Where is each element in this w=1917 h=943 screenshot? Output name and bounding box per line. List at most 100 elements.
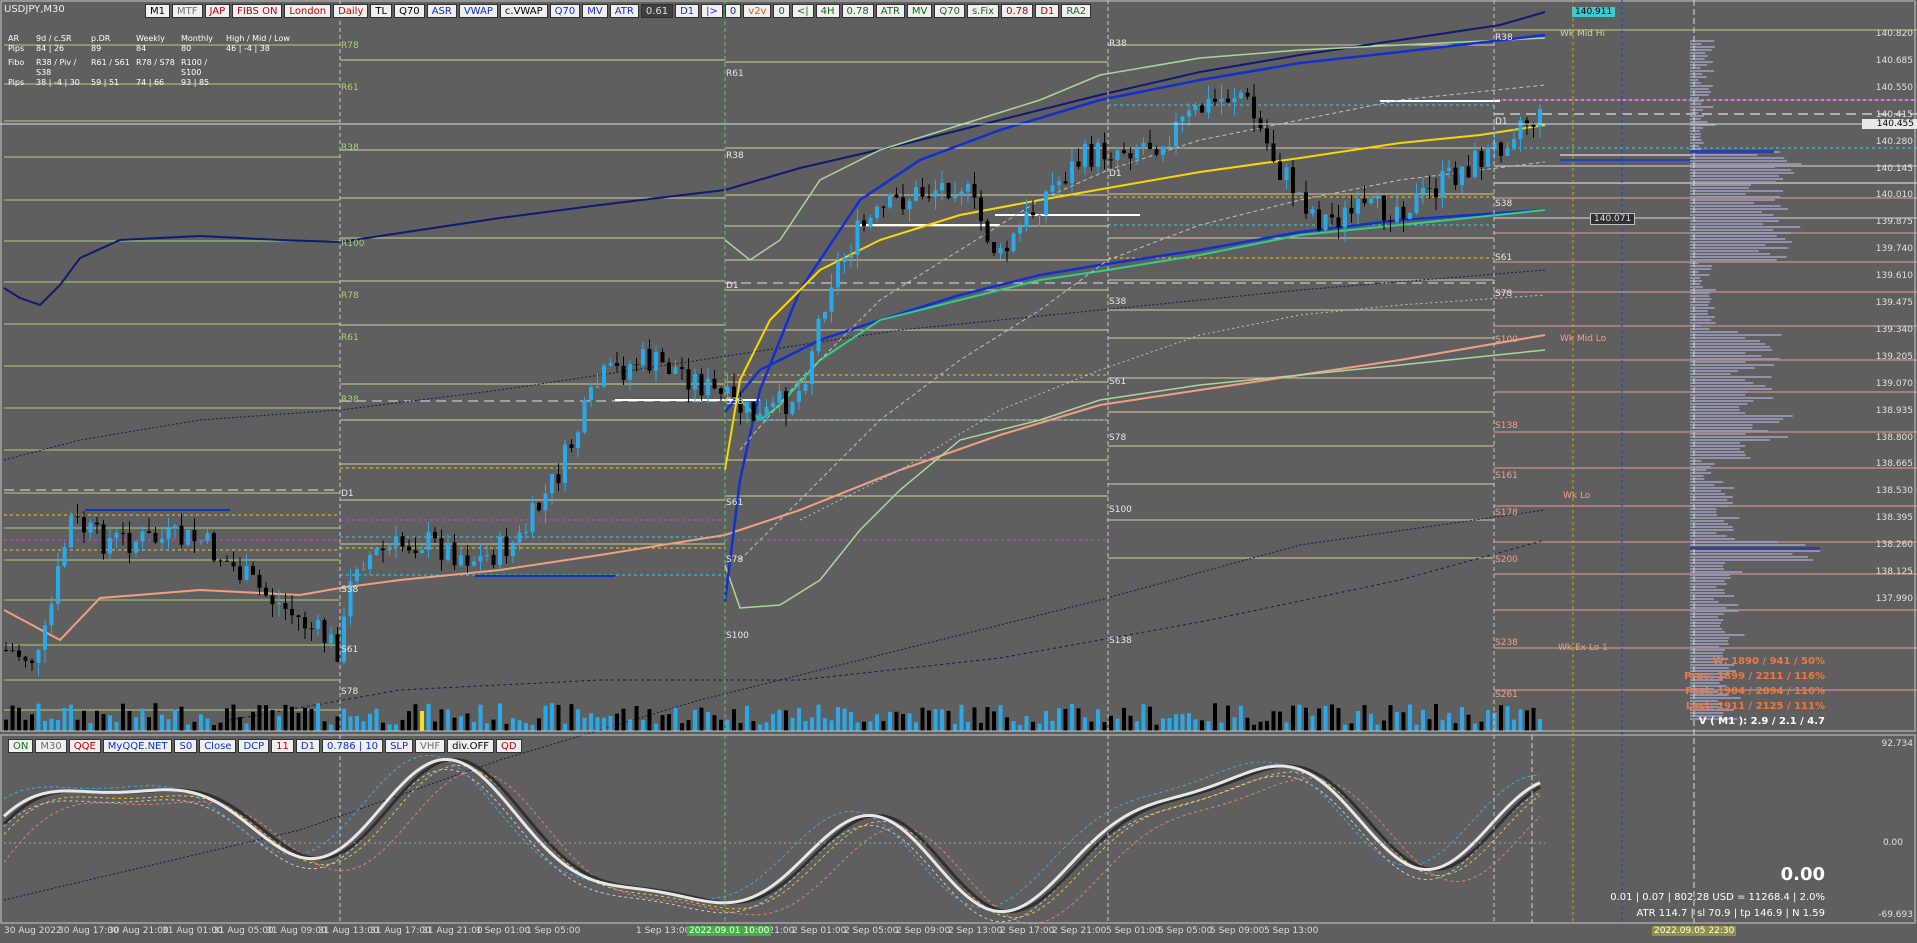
toolbar-button-asr[interactable]: ASR bbox=[426, 4, 457, 18]
toolbar-button-myqqe-net[interactable]: MyQQE.NET bbox=[102, 739, 173, 753]
profile-bar bbox=[1690, 406, 1740, 408]
candle-body bbox=[387, 546, 392, 551]
volume-bar bbox=[1421, 709, 1425, 731]
profile-bar bbox=[1690, 64, 1708, 66]
toolbar-button-daily[interactable]: Daily bbox=[333, 4, 369, 18]
toolbar-button-d1[interactable]: D1 bbox=[1035, 4, 1060, 18]
profile-bar bbox=[1690, 448, 1740, 450]
info-cell: Monthly bbox=[181, 34, 214, 43]
candle-body bbox=[101, 524, 106, 554]
level-label: S78 bbox=[1495, 289, 1512, 299]
level-label: S78 bbox=[1109, 433, 1126, 443]
toolbar-button-fibs-on[interactable]: FIBS ON bbox=[232, 4, 283, 18]
candle-body bbox=[290, 609, 294, 616]
toolbar-button-v2v[interactable]: v2v bbox=[743, 4, 772, 18]
toolbar-button-tl[interactable]: TL bbox=[370, 4, 393, 18]
candle-body bbox=[1440, 170, 1445, 198]
candle-body bbox=[374, 548, 379, 555]
toolbar-button--[interactable]: |> bbox=[701, 4, 723, 18]
profile-bar bbox=[1690, 61, 1713, 63]
profile-bar bbox=[1690, 97, 1700, 99]
toolbar-button-dcp[interactable]: DCP bbox=[238, 739, 270, 753]
candle-body bbox=[472, 561, 476, 566]
toolbar-button-mv[interactable]: MV bbox=[582, 4, 608, 18]
toolbar-button-s-fix[interactable]: s.Fix bbox=[966, 4, 1000, 18]
candle-body bbox=[394, 536, 398, 547]
toolbar-button-4h[interactable]: 4H bbox=[815, 4, 840, 18]
profile-bar bbox=[1690, 49, 1712, 51]
volume-bar bbox=[1083, 717, 1087, 731]
toolbar-button-on[interactable]: ON bbox=[8, 739, 34, 753]
toolbar-button-s0[interactable]: S0 bbox=[174, 739, 198, 753]
volume-bar bbox=[1297, 704, 1302, 731]
toolbar-button-london[interactable]: London bbox=[284, 4, 332, 18]
toolbar-button-jap[interactable]: JAP bbox=[204, 4, 231, 18]
profile-bar bbox=[1690, 334, 1782, 336]
toolbar-button-0-78[interactable]: 0.78 bbox=[1001, 4, 1034, 18]
price-axis-label: 139.340 bbox=[1875, 324, 1913, 335]
info-cell: 38 | -4 | 30 bbox=[36, 78, 80, 87]
toolbar-button-qd[interactable]: QD bbox=[495, 739, 522, 753]
volume-bar bbox=[1531, 707, 1536, 731]
toolbar-button-slp[interactable]: SLP bbox=[385, 739, 414, 753]
toolbar-button-11[interactable]: 11 bbox=[271, 739, 294, 753]
level-label: D1 bbox=[1495, 117, 1508, 127]
candle-body bbox=[1466, 166, 1471, 178]
toolbar-button-mv[interactable]: MV bbox=[906, 4, 933, 18]
profile-bar bbox=[1690, 490, 1722, 492]
level-label: D1 bbox=[726, 281, 739, 291]
candle-body bbox=[225, 560, 229, 562]
toolbar-button--[interactable]: <| bbox=[791, 4, 814, 18]
profile-bar bbox=[1690, 139, 1702, 141]
toolbar-button-c-vwap[interactable]: c.VWAP bbox=[499, 4, 548, 18]
toolbar-button-0-78[interactable]: 0.78 bbox=[841, 4, 874, 18]
toolbar-button-qqe[interactable]: QQE bbox=[68, 739, 101, 753]
volume-bar bbox=[810, 717, 814, 731]
toolbar-button-vwap[interactable]: VWAP bbox=[458, 4, 498, 18]
profile-bar bbox=[1690, 451, 1745, 453]
toolbar-button-m30[interactable]: M30 bbox=[35, 739, 67, 753]
candle-body bbox=[199, 540, 203, 542]
price-chart[interactable]: R78 R61 R38 R100 R78 R61 R38 D1 S38 S61 S78 R61 R38 D… bbox=[0, 0, 1917, 943]
toolbar-button-m1[interactable]: M1 bbox=[145, 4, 170, 18]
toolbar-button-0[interactable]: 0 bbox=[773, 4, 790, 18]
toolbar-button-d1[interactable]: D1 bbox=[295, 739, 320, 753]
candle-body bbox=[595, 386, 600, 388]
time-axis-label: 30 Aug 21:00 bbox=[108, 926, 169, 936]
toolbar-button-close[interactable]: Close bbox=[199, 739, 237, 753]
toolbar-button-mtf[interactable]: MTF bbox=[172, 4, 203, 18]
toolbar-button-vhf[interactable]: VHF bbox=[415, 739, 446, 753]
volume-bar bbox=[823, 718, 827, 731]
profile-bar bbox=[1690, 640, 1728, 642]
profile-bar bbox=[1690, 214, 1774, 216]
time-axis-label: 2 Sep 09:00 bbox=[896, 926, 951, 936]
toolbar-button-q70[interactable]: Q70 bbox=[394, 4, 425, 18]
profile-bar bbox=[1690, 121, 1708, 123]
candle-body bbox=[712, 378, 717, 389]
toolbar-button-0[interactable]: 0 bbox=[724, 4, 742, 18]
toolbar-button-0-61[interactable]: 0.61 bbox=[640, 4, 674, 18]
profile-bar bbox=[1690, 301, 1710, 303]
volume-bar bbox=[998, 705, 1003, 731]
toolbar-button-atr[interactable]: ATR bbox=[609, 4, 639, 18]
time-axis-label: 31 Aug 05:00 bbox=[213, 926, 274, 936]
candle-body bbox=[322, 620, 327, 644]
volume-bar bbox=[1440, 720, 1445, 731]
volume-bar bbox=[329, 724, 333, 731]
volume-bar bbox=[1460, 707, 1464, 731]
volume-bar bbox=[1219, 722, 1224, 731]
toolbar-button-div-off[interactable]: div.OFF bbox=[447, 739, 494, 753]
profile-bar bbox=[1690, 241, 1793, 243]
toolbar-button-atr[interactable]: ATR bbox=[875, 4, 905, 18]
candle-body bbox=[134, 541, 138, 553]
profile-bar bbox=[1690, 118, 1701, 120]
toolbar-button-q70[interactable]: Q70 bbox=[549, 4, 581, 18]
toolbar-button-0-786-10[interactable]: 0.786 | 10 bbox=[321, 739, 384, 753]
profile-bar-poc bbox=[1690, 547, 1820, 550]
volume-bar bbox=[173, 709, 177, 731]
volume-bar bbox=[1486, 710, 1490, 731]
toolbar-button-q70[interactable]: Q70 bbox=[934, 4, 965, 18]
toolbar-button-d1[interactable]: D1 bbox=[675, 4, 700, 18]
toolbar-button-ra2[interactable]: RA2 bbox=[1061, 4, 1092, 18]
profile-bar bbox=[1690, 79, 1699, 81]
